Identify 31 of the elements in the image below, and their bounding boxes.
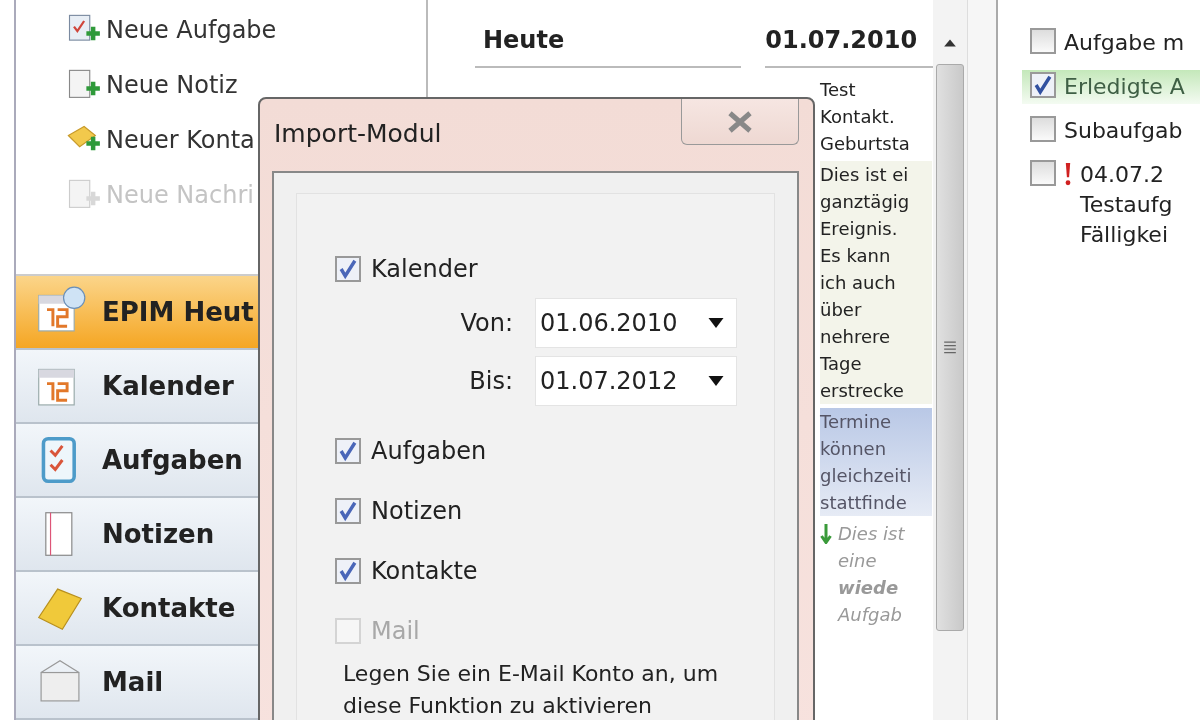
agenda-entry[interactable]: Test Kontakt. Geburtsta bbox=[820, 76, 932, 157]
task-item[interactable]: 04.07.2 Testaufg Fälligkei bbox=[1030, 158, 1200, 252]
grip-icon bbox=[944, 340, 956, 355]
task-checkbox[interactable] bbox=[1030, 116, 1056, 142]
task-checkbox[interactable] bbox=[1030, 28, 1056, 54]
scrollbar[interactable] bbox=[933, 0, 968, 720]
checkbox[interactable] bbox=[335, 498, 361, 524]
day-heading: Heute bbox=[475, 26, 742, 68]
task-item[interactable]: Subaufgab bbox=[1030, 114, 1200, 148]
checkbox[interactable] bbox=[335, 558, 361, 584]
checkbox[interactable] bbox=[335, 256, 361, 282]
date-dropdown[interactable]: 01.06.2010 bbox=[535, 298, 737, 348]
task-checkbox[interactable] bbox=[1030, 160, 1056, 186]
agenda-entry[interactable]: Termine können gleichzeiti stattfinde bbox=[820, 408, 932, 516]
date-label: Bis: bbox=[468, 367, 513, 395]
task-item[interactable]: Aufgabe m bbox=[1030, 26, 1200, 60]
scroll-thumb[interactable] bbox=[936, 64, 964, 631]
down-arrow-icon bbox=[820, 524, 832, 544]
dropdown-caret-icon bbox=[708, 318, 724, 328]
task-item[interactable]: Erledigte A bbox=[1022, 70, 1200, 104]
dropdown-caret-icon bbox=[708, 376, 724, 386]
new-item-link[interactable]: Neue Notiz bbox=[66, 57, 426, 112]
date-label: Von: bbox=[459, 309, 513, 337]
date-dropdown[interactable]: 01.07.2012 bbox=[535, 356, 737, 406]
scroll-up-icon[interactable] bbox=[943, 38, 957, 48]
task-checkbox[interactable] bbox=[1030, 72, 1056, 98]
dialog-title: Import-Modul bbox=[274, 119, 442, 148]
agenda-entry[interactable]: Dies ist ei ganztägig Ereignis. Es kann ich auch über nehrere Tage erstrecke bbox=[820, 161, 932, 404]
new-item-link[interactable]: Neue Aufgabe bbox=[66, 2, 426, 57]
close-button[interactable] bbox=[681, 99, 799, 145]
checkbox[interactable] bbox=[335, 438, 361, 464]
